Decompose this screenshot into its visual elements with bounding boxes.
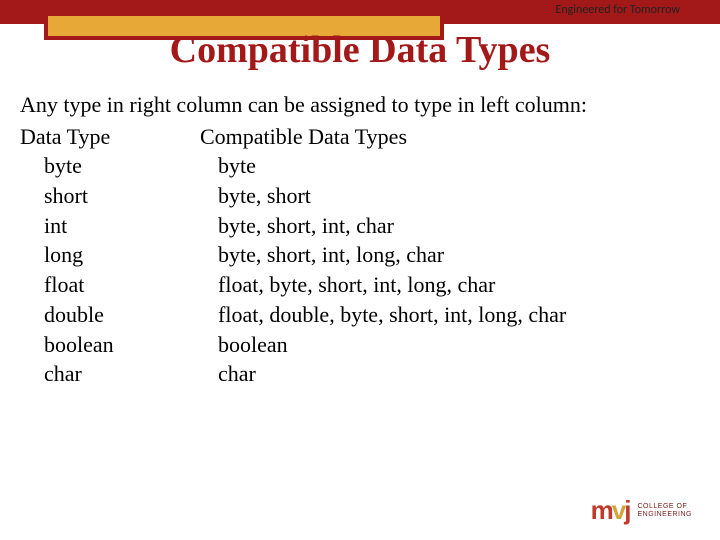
cell-compat: char	[200, 359, 256, 389]
tagline: Engineered for Tomorrow	[555, 3, 680, 17]
table-row: long byte, short, int, long, char	[20, 240, 700, 270]
logo-letter-m: m	[591, 495, 614, 526]
cell-compat: byte	[200, 151, 256, 181]
cell-type: float	[20, 270, 200, 300]
table-row: short byte, short	[20, 181, 700, 211]
table-row: int byte, short, int, char	[20, 211, 700, 241]
title-area: Compatible Data Types	[0, 24, 720, 82]
logo-letter-j: j	[624, 495, 631, 526]
logo-line1: COLLEGE OF	[637, 503, 692, 511]
logo-mark: m v j	[591, 495, 632, 526]
table-row: byte byte	[20, 151, 700, 181]
table-row: char char	[20, 359, 700, 389]
footer-logo: m v j COLLEGE OF ENGINEERING	[591, 495, 692, 526]
slide-content: Any type in right column can be assigned…	[0, 82, 720, 389]
cell-compat: byte, short, int, char	[200, 211, 394, 241]
cell-type: byte	[20, 151, 200, 181]
cell-type: char	[20, 359, 200, 389]
table-row: double float, double, byte, short, int, …	[20, 300, 700, 330]
logo-text: COLLEGE OF ENGINEERING	[637, 503, 692, 518]
cell-compat: float, double, byte, short, int, long, c…	[200, 300, 566, 330]
table-header-row: Data Type Compatible Data Types	[20, 122, 700, 152]
cell-compat: boolean	[200, 330, 288, 360]
intro-text: Any type in right column can be assigned…	[20, 90, 700, 120]
slide-title: Compatible Data Types	[0, 28, 720, 72]
logo-line2: ENGINEERING	[637, 511, 692, 519]
col-header-right: Compatible Data Types	[200, 122, 407, 152]
cell-type: double	[20, 300, 200, 330]
cell-compat: byte, short	[200, 181, 311, 211]
table-row: boolean boolean	[20, 330, 700, 360]
cell-compat: float, byte, short, int, long, char	[200, 270, 495, 300]
cell-type: short	[20, 181, 200, 211]
table-row: float float, byte, short, int, long, cha…	[20, 270, 700, 300]
cell-type: int	[20, 211, 200, 241]
col-header-left: Data Type	[20, 122, 200, 152]
cell-type: boolean	[20, 330, 200, 360]
cell-compat: byte, short, int, long, char	[200, 240, 444, 270]
cell-type: long	[20, 240, 200, 270]
